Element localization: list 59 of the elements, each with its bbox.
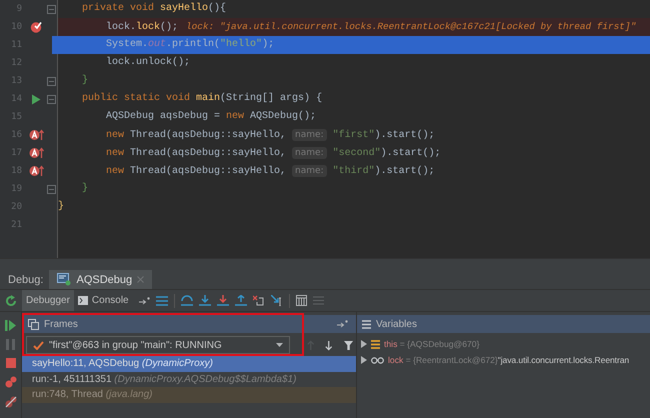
stop-icon[interactable] [6, 358, 16, 368]
step-over-icon[interactable] [180, 295, 193, 306]
debug-label: Debug: [8, 274, 44, 286]
code-text: new Thread(aqsDebug::sayHello, name: "third").start(); [105, 164, 435, 178]
session-tab-label: AQSDebug [76, 274, 132, 286]
calculator-icon[interactable] [296, 295, 307, 306]
caret-icon [276, 343, 283, 347]
drop-frame-icon[interactable] [252, 295, 265, 306]
variable-entry[interactable]: lock = {ReentrantLock@672}"java.util.concurrent.locks.Reentran [388, 355, 630, 365]
frames-title: Frames [44, 318, 78, 330]
variable-entry[interactable]: this = {AQSDebug@670} [384, 339, 480, 349]
fold-marker-icon[interactable] [47, 184, 56, 194]
code-text: } [58, 200, 64, 214]
frames-icon [28, 318, 39, 330]
override-icon[interactable] [28, 129, 44, 141]
override-icon[interactable] [28, 147, 44, 159]
rerun-icon[interactable] [5, 294, 17, 306]
list-icon[interactable] [156, 296, 168, 306]
variables-icon [362, 320, 371, 328]
code-text: lock.lock(); lock: "java.util.concurrent.locks.ReentrantLock@c167c21[Locked by thread first]" [105, 20, 636, 34]
code-text: lock.unlock(); [105, 56, 190, 70]
console-icon [78, 296, 88, 305]
thread-dropdown[interactable]: "first"@663 in group "main": RUNNING [26, 336, 290, 354]
override-icon[interactable] [28, 165, 44, 177]
pin-icon[interactable] [138, 296, 150, 304]
resume-icon[interactable] [5, 320, 16, 331]
panel-tab[interactable]: Debugger [22, 290, 74, 311]
glasses-icon [371, 356, 384, 364]
code-text: new Thread(aqsDebug::sayHello, name: "first").start(); [105, 128, 435, 142]
panel-tab[interactable]: Console [74, 290, 133, 311]
code-text: AQSDebug aqsDebug = new AQSDebug(); [105, 110, 316, 124]
code-text: private void sayHello(){ [81, 2, 226, 16]
run-icon[interactable] [31, 94, 41, 104]
fold-marker-icon[interactable] [47, 76, 56, 86]
code-text: } [81, 74, 88, 88]
code-text: public static void main(String[] args) { [81, 92, 322, 106]
mute-breakpoints-icon[interactable] [4, 396, 16, 408]
pin-icon[interactable] [337, 320, 348, 328]
force-step-into-icon[interactable] [216, 295, 229, 306]
breakpoint-icon[interactable] [30, 21, 42, 33]
breakpoints-icon[interactable] [4, 376, 16, 388]
step-out-icon[interactable] [234, 295, 247, 306]
variables-title: Variables [376, 318, 417, 330]
fold-marker-icon[interactable] [47, 4, 56, 14]
check-icon [33, 340, 44, 350]
app-icon [57, 273, 72, 286]
stack-frame-item[interactable]: sayHello:11, AQSDebug (DynamicProxy) [22, 356, 356, 372]
stack-frame-item[interactable]: run:748, Thread (java.lang) [22, 387, 356, 402]
field-icon [371, 340, 380, 348]
code-text: } [81, 182, 88, 196]
code-text: new Thread(aqsDebug::sayHello, name: "second").start(); [105, 146, 441, 160]
run-to-cursor-icon[interactable] [270, 295, 283, 306]
code-text: System.out.println("hello"); [105, 38, 274, 52]
filter-icon[interactable] [344, 340, 354, 350]
step-into-icon[interactable] [198, 295, 211, 306]
down-arrow-icon[interactable] [325, 340, 333, 350]
session-tab[interactable]: AQSDebug [49, 270, 152, 289]
fold-marker-icon[interactable] [47, 94, 56, 104]
stack-frame-item[interactable]: run:-1, 451111351 (DynamicProxy.AQSDebug$$Lambda$1) [22, 372, 356, 387]
